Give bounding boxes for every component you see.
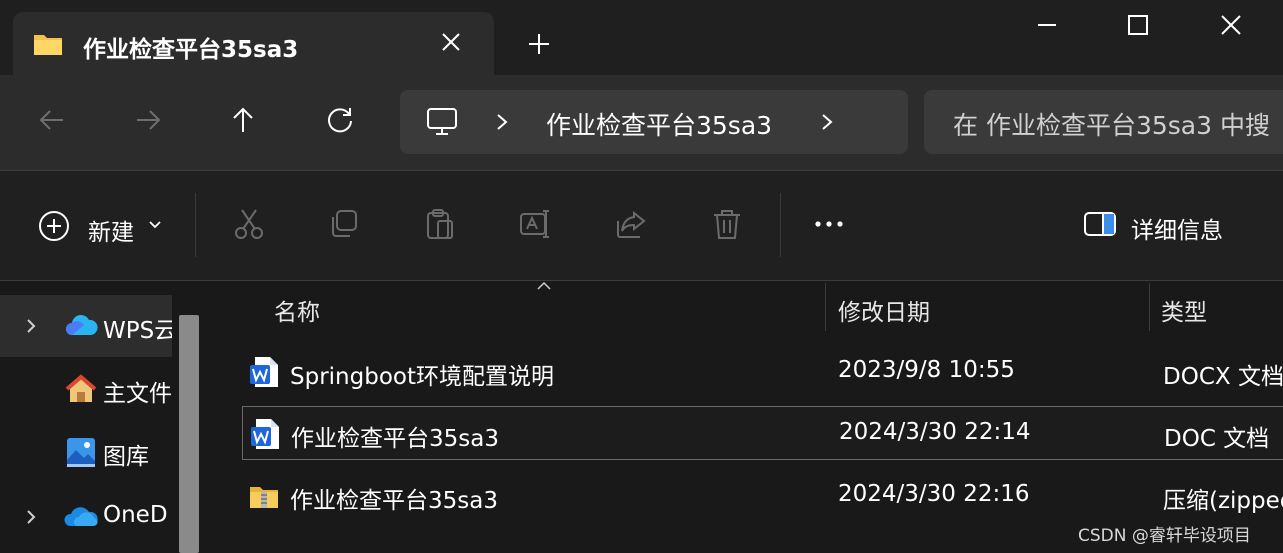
- watermark-text: CSDN @睿轩毕设项目: [1078, 526, 1251, 546]
- close-tab-icon[interactable]: [439, 30, 463, 54]
- address-bar[interactable]: 作业检查平台35sa3: [400, 90, 908, 154]
- share-icon[interactable]: [614, 207, 648, 241]
- details-pane-icon: [1084, 212, 1116, 236]
- column-header-name[interactable]: 名称: [274, 293, 320, 327]
- folder-icon: [34, 35, 62, 55]
- search-input[interactable]: 在 作业检查平台35sa3 中搜: [924, 90, 1283, 154]
- sidebar-item-home[interactable]: 主文件: [0, 358, 172, 420]
- file-name: 作业检查平台35sa3: [290, 488, 498, 514]
- sort-ascending-icon: [537, 281, 551, 290]
- word-doc-icon: [251, 419, 279, 449]
- close-window-icon[interactable]: [1216, 10, 1246, 40]
- sidebar-item-gallery[interactable]: 图库: [0, 421, 172, 483]
- zip-folder-icon: [250, 487, 278, 508]
- title-bar: 作业检查平台35sa3: [0, 0, 1283, 75]
- details-label: 详细信息: [1131, 218, 1223, 244]
- column-header-modified[interactable]: 修改日期: [838, 293, 930, 327]
- tab-title: 作业检查平台35sa3: [83, 37, 299, 63]
- toolbar-separator: [780, 193, 781, 257]
- file-type: 压缩(zipped): [1163, 488, 1283, 514]
- file-name: 作业检查平台35sa3: [291, 426, 499, 452]
- sidebar-scrollbar-thumb[interactable]: [179, 315, 199, 553]
- refresh-icon[interactable]: [325, 105, 355, 135]
- file-row[interactable]: Springboot环境配置说明 2023/9/8 10:55 DOCX 文档: [242, 345, 1283, 399]
- new-button-label: 新建: [88, 220, 134, 246]
- forward-arrow-icon[interactable]: [133, 105, 163, 135]
- up-arrow-icon[interactable]: [228, 105, 258, 135]
- chevron-right-icon[interactable]: [494, 111, 510, 133]
- paste-icon[interactable]: [423, 207, 457, 241]
- maximize-icon[interactable]: [1123, 10, 1153, 40]
- sidebar-item-label: WPS云: [103, 318, 172, 344]
- details-pane-button[interactable]: 详细信息: [1083, 207, 1253, 244]
- sidebar-item-label: 图库: [103, 444, 149, 470]
- column-divider[interactable]: [825, 283, 826, 331]
- chevron-down-icon: [149, 221, 161, 229]
- wps-cloud-icon: [66, 315, 98, 335]
- file-type: DOC 文档: [1164, 426, 1270, 452]
- this-pc-icon[interactable]: [426, 107, 458, 137]
- file-row[interactable]: 作业检查平台35sa3 2024/3/30 22:16 压缩(zipped): [242, 469, 1283, 523]
- file-modified: 2024/3/30 22:16: [838, 481, 1030, 507]
- file-row[interactable]: 作业检查平台35sa3 2024/3/30 22:14 DOC 文档: [242, 406, 1283, 460]
- rename-icon[interactable]: [518, 207, 552, 241]
- navigation-pane: WPS云 主文件 图库 OneD: [0, 281, 210, 553]
- cut-icon[interactable]: [232, 207, 266, 241]
- chevron-right-icon[interactable]: [819, 111, 835, 133]
- breadcrumb-current-folder[interactable]: 作业检查平台35sa3: [546, 106, 772, 142]
- file-type: DOCX 文档: [1163, 364, 1283, 390]
- file-modified: 2023/9/8 10:55: [838, 357, 1015, 383]
- onedrive-icon: [64, 507, 98, 527]
- chevron-right-icon[interactable]: [24, 507, 38, 527]
- file-explorer-window: 作业检查平台35sa3 作业检查平台35sa3 在 作业检查平台35sa3 中搜…: [0, 0, 1283, 553]
- gallery-icon: [67, 438, 95, 467]
- column-divider[interactable]: [1149, 283, 1150, 331]
- new-button[interactable]: 新建: [38, 208, 168, 246]
- delete-icon[interactable]: [710, 207, 744, 241]
- file-modified: 2024/3/30 22:14: [839, 419, 1031, 445]
- column-header-type[interactable]: 类型: [1161, 293, 1207, 327]
- chevron-right-icon[interactable]: [24, 316, 38, 336]
- copy-icon[interactable]: [327, 207, 361, 241]
- sidebar-item-label: 主文件: [103, 381, 172, 407]
- home-icon: [65, 374, 97, 402]
- navigation-bar: 作业检查平台35sa3 在 作业检查平台35sa3 中搜: [0, 75, 1283, 170]
- file-name: Springboot环境配置说明: [290, 364, 554, 390]
- toolbar-separator: [195, 193, 196, 257]
- sidebar-item-label: OneD: [103, 502, 168, 528]
- add-circle-icon: [39, 211, 69, 241]
- command-bar: 新建 详细信息: [0, 171, 1283, 280]
- more-icon[interactable]: [812, 207, 846, 241]
- file-list: 名称 修改日期 类型 Springboot环境配置说明 2023/9/8 10:…: [210, 281, 1283, 553]
- back-arrow-icon[interactable]: [37, 105, 67, 135]
- new-tab-icon[interactable]: [526, 31, 552, 57]
- sidebar-item-wps-cloud[interactable]: WPS云: [0, 295, 172, 357]
- sidebar-item-onedrive[interactable]: OneD: [0, 486, 172, 548]
- word-docx-icon: [250, 357, 278, 387]
- minimize-icon[interactable]: [1032, 10, 1062, 40]
- tab-current-folder[interactable]: 作业检查平台35sa3: [13, 12, 494, 75]
- search-placeholder: 在 作业检查平台35sa3 中搜: [953, 111, 1270, 140]
